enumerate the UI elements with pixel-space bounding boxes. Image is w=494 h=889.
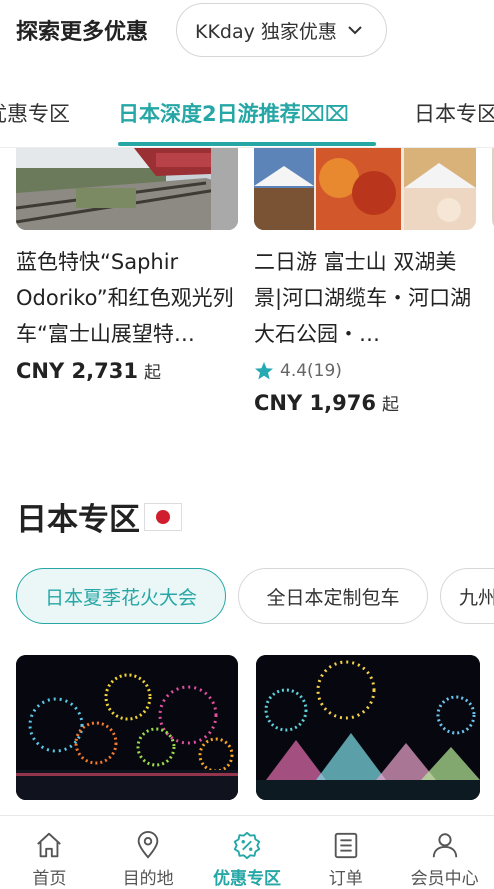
discount-icon [233,831,261,860]
tab-japan-zone[interactable]: 日本专区 [414,98,494,128]
orders-icon [334,832,358,859]
section-title-text: 日本专区 [16,502,140,538]
japan-flag-icon [144,502,182,531]
product-card[interactable]: 二日游 富士山 双湖美景|河口湖缆车・河口湖大石公园・… 4.4 (19) CN… [254,148,476,415]
price-value: CNY 1,976 [254,391,376,415]
nav-discount-zone[interactable]: 优惠专区 [198,816,297,889]
price-suffix: 起 [381,395,399,415]
nav-destination[interactable]: 目的地 [99,816,198,889]
tab-discount-zone[interactable]: 优惠专区 [0,98,70,128]
bottom-navigation: 首页 目的地 优惠专区 订单 会员中心 [0,815,494,889]
promotion-dropdown[interactable]: KKday 独家优惠 [176,3,387,57]
product-title: 二日游 富士山 双湖美景|河口湖缆车・河口湖大石公园・… [254,250,472,346]
nav-home[interactable]: 首页 [0,816,99,889]
section-title: 日本专区 [16,494,182,539]
nav-label: 首页 [32,869,67,889]
chip-kyushu[interactable]: 九州 [440,568,494,624]
tab-japan-2day-tour[interactable]: 日本深度2日游推荐⌧⌧ [118,98,349,128]
page-title: 探索更多优惠 [16,20,149,45]
fireworks-image[interactable] [16,655,238,800]
home-icon [37,832,62,858]
product-image [254,148,476,230]
chip-summer-fireworks[interactable]: 日本夏季花火大会 [16,568,226,624]
review-count: (19) [307,361,342,381]
active-tab-indicator [118,142,376,146]
location-icon [137,830,159,859]
product-rating: 4.4 (19) [254,358,476,384]
rating-score: 4.4 [280,361,308,381]
nav-label: 订单 [328,869,363,889]
chip-charter-car[interactable]: 全日本定制包车 [238,568,428,624]
product-price: CNY 1,976 起 [254,390,476,415]
chevron-down-icon [348,26,362,35]
star-icon [255,362,273,380]
user-icon [432,833,457,858]
header: 探索更多优惠 KKday 独家优惠 [0,0,494,62]
product-card[interactable]: 蓝色特快“Saphir Odoriko”和红色观光列车“富士山展望特… CNY … [16,148,238,383]
price-value: CNY 2,731 [16,359,138,383]
category-tabs: 优惠专区 日本深度2日游推荐⌧⌧ 日本专区 [0,80,494,148]
promotion-dropdown-value: KKday 独家优惠 [195,20,337,43]
nav-orders[interactable]: 订单 [296,816,395,889]
product-carousel: 蓝色特快“Saphir Odoriko”和红色观光列车“富士山展望特… CNY … [0,148,494,438]
product-image [16,148,238,230]
filter-chips: 日本夏季花火大会 全日本定制包车 九州 [0,568,494,628]
nav-label: 优惠专区 [212,869,281,889]
nav-label: 会员中心 [410,869,479,889]
product-title: 蓝色特快“Saphir Odoriko”和红色观光列车“富士山展望特… [16,250,234,346]
nav-member-center[interactable]: 会员中心 [395,816,494,889]
product-price: CNY 2,731 起 [16,358,238,383]
nav-label: 目的地 [122,869,174,889]
fireworks-image[interactable] [256,655,480,800]
price-suffix: 起 [143,363,161,383]
